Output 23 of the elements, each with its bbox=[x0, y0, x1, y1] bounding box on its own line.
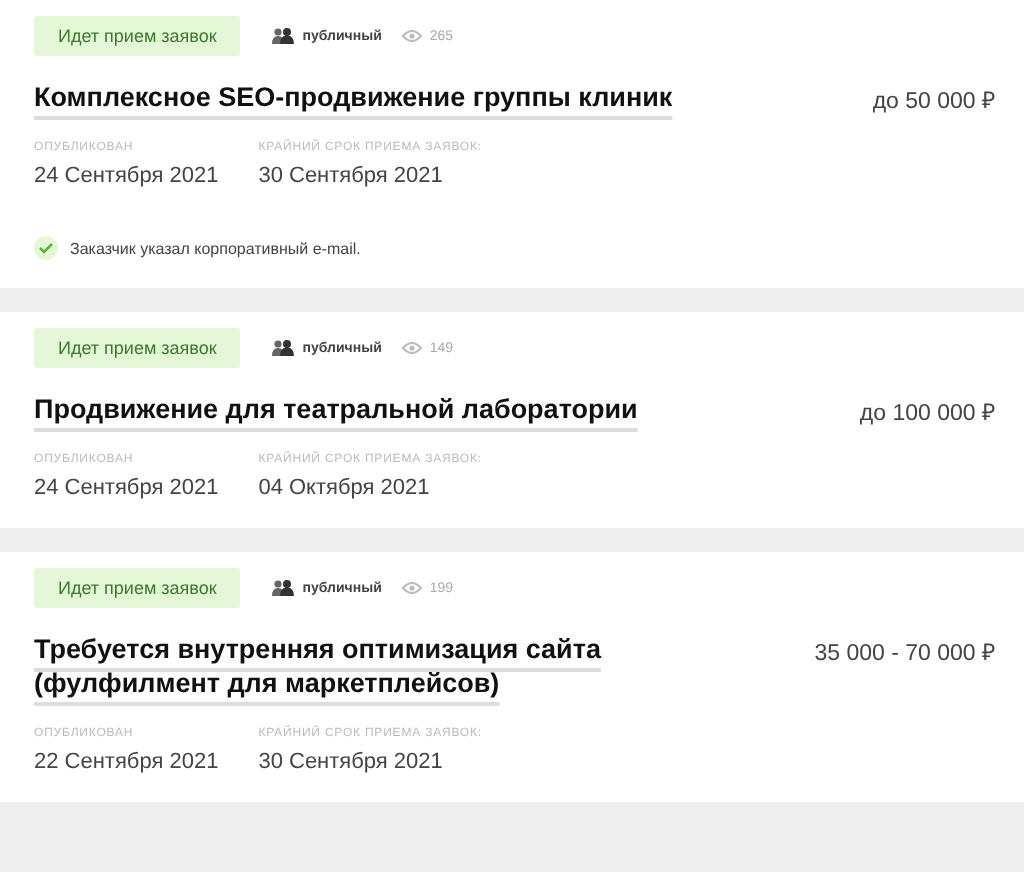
users-icon bbox=[272, 340, 295, 356]
order-title[interactable]: Продвижение для театральной лаборатории bbox=[34, 392, 638, 426]
published-date: 24 Сентября 2021 bbox=[34, 476, 219, 500]
deadline-date: 30 Сентября 2021 bbox=[258, 750, 445, 774]
published-date: 22 Сентября 2021 bbox=[34, 750, 219, 774]
order-price: до 50 000 ₽ bbox=[872, 88, 996, 114]
users-icon bbox=[272, 580, 295, 596]
order-title[interactable]: Комплексное SEO-продвижение группы клиник bbox=[34, 80, 673, 114]
email-note: Заказчик указал корпоративный e-mail. bbox=[70, 239, 361, 257]
order-price: 35 000 - 70 000 ₽ bbox=[814, 640, 996, 666]
deadline-date: 04 Октября 2021 bbox=[258, 476, 432, 500]
status-badge: Идет прием заявок bbox=[34, 16, 241, 56]
published-date: 24 Сентября 2021 bbox=[34, 164, 219, 188]
check-icon bbox=[34, 236, 58, 260]
status-badge: Идет прием заявок bbox=[34, 568, 241, 608]
eye-icon bbox=[401, 342, 422, 354]
order-title[interactable]: Требуется внутренняя оптимизация сайта (фулфилмент для маркетплейсов) bbox=[34, 632, 714, 700]
eye-icon bbox=[401, 582, 422, 594]
users-icon bbox=[272, 28, 295, 44]
order-price: до 100 000 ₽ bbox=[859, 400, 996, 426]
eye-icon bbox=[401, 30, 422, 42]
deadline-date: 30 Сентября 2021 bbox=[258, 164, 445, 188]
status-badge: Идет прием заявок bbox=[34, 328, 241, 368]
